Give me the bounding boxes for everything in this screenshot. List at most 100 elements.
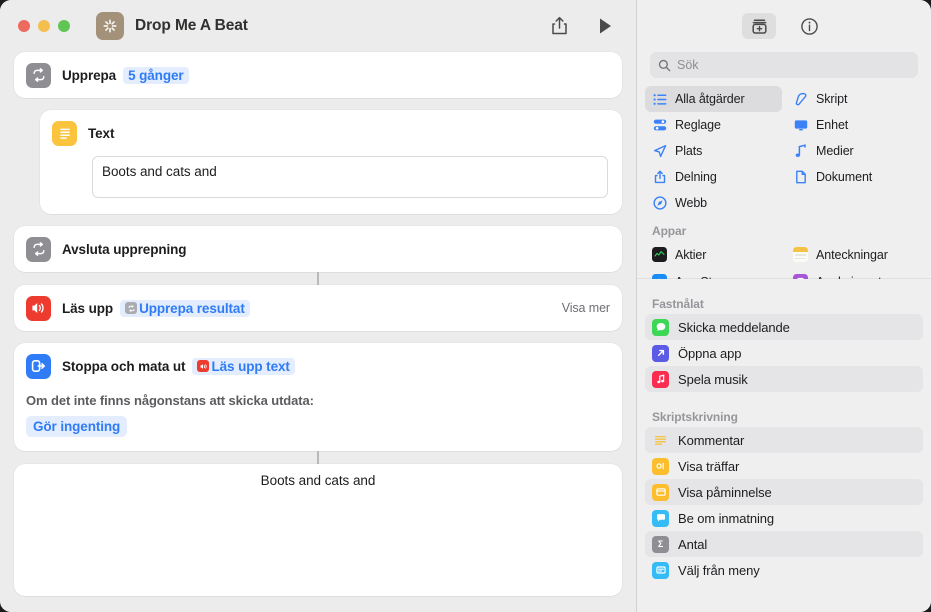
library-item-valj-fran-meny[interactable]: Välj från meny: [645, 557, 923, 583]
app-item-aktier[interactable]: Aktier: [645, 241, 782, 268]
editor-pane: Drop Me A Beat Upprepa 5 gånger Text Boo…: [0, 0, 636, 612]
token-label: Läs upp text: [211, 358, 290, 374]
library-item-label: Antal: [678, 536, 708, 552]
library-item-label: Skicka meddelande: [678, 319, 790, 335]
open-app-icon: [652, 344, 669, 362]
library-item-label: Visa påminnelse: [678, 484, 772, 500]
controls-icon: [652, 118, 667, 132]
show-result-icon: [652, 457, 669, 475]
stocks-app-icon: [652, 247, 667, 262]
repeat-count-token[interactable]: 5 gånger: [123, 66, 189, 84]
text-input-field[interactable]: Boots and cats and: [92, 156, 608, 198]
action-card-speak[interactable]: Läs upp Upprepa resultat Visa mer: [14, 285, 622, 331]
category-alla-atgarder[interactable]: Alla åtgärder: [645, 86, 782, 112]
pinned-and-scripting-panel: Fastnålat Skicka meddelande Öppna app Sp…: [637, 279, 931, 612]
category-dokument[interactable]: Dokument: [786, 164, 923, 190]
library-item-be-om-inmatning[interactable]: Be om inmatning: [645, 505, 923, 531]
action-label: Avsluta upprepning: [62, 241, 187, 257]
search-field-wrapper[interactable]: [650, 52, 918, 78]
text-icon: [52, 120, 77, 146]
app-item-anteckningar[interactable]: Anteckningar: [786, 241, 923, 268]
category-grid: Alla åtgärder Skript Reglage Enhet Plats…: [637, 78, 931, 216]
library-item-spela-musik[interactable]: Spela musik: [645, 366, 923, 392]
library-item-label: Visa träffar: [678, 458, 740, 474]
library-item-oppna-app[interactable]: Öppna app: [645, 340, 923, 366]
action-card-repeat[interactable]: Upprepa 5 gånger: [14, 52, 622, 98]
ask-input-icon: [652, 509, 669, 527]
category-enhet[interactable]: Enhet: [786, 112, 923, 138]
document-icon: [793, 170, 808, 184]
stop-output-note: Om det inte finns någonstans att skicka …: [26, 393, 314, 408]
token-label: Upprepa resultat: [139, 300, 245, 316]
action-card-stop-output[interactable]: Stoppa och mata ut Läs upp text Om det i…: [14, 343, 622, 451]
category-label: Plats: [675, 144, 703, 158]
category-medier[interactable]: Medier: [786, 138, 923, 164]
play-icon[interactable]: [594, 15, 616, 37]
category-delning[interactable]: Delning: [645, 164, 782, 190]
category-reglage[interactable]: Reglage: [645, 112, 782, 138]
share-icon[interactable]: [548, 15, 570, 37]
action-card-end-repeat[interactable]: Avsluta upprepning: [14, 226, 622, 272]
app-item-app-store[interactable]: App Store: [645, 268, 782, 279]
speak-text-token[interactable]: Läs upp text: [192, 357, 295, 375]
traffic-lights: [18, 20, 70, 32]
category-webb[interactable]: Webb: [645, 190, 782, 216]
action-card-text[interactable]: Text Boots and cats and: [40, 110, 622, 214]
section-title: Fastnålat: [652, 297, 704, 311]
show-more-button[interactable]: Visa mer: [562, 301, 610, 315]
action-label: Stoppa och mata ut: [62, 358, 186, 374]
category-label: Alla åtgärder: [675, 92, 745, 106]
search-input[interactable]: [677, 58, 910, 72]
category-label: Enhet: [816, 118, 849, 132]
apple-configurator-icon: [793, 274, 808, 279]
action-library-icon[interactable]: [742, 13, 776, 39]
action-connector: [317, 272, 319, 285]
app-item-apple-configurator[interactable]: Apple iguratorr: [786, 268, 923, 279]
action-connector: [317, 451, 319, 464]
library-toolbar: [637, 0, 931, 52]
maximize-button[interactable]: [58, 20, 70, 32]
gap: [14, 331, 622, 343]
list-bullet-icon: [652, 93, 667, 106]
token-label: 5 gånger: [128, 67, 184, 83]
repeat-icon: [125, 302, 138, 314]
library-item-skicka-meddelande[interactable]: Skicka meddelande: [645, 314, 923, 340]
appstore-app-icon: [652, 274, 667, 279]
gap: [14, 214, 622, 226]
category-label: Dokument: [816, 170, 873, 184]
app-label: Anteckningar: [816, 247, 888, 262]
titlebar-actions: [548, 15, 622, 37]
search-icon: [658, 59, 671, 72]
speaker-icon: [26, 295, 51, 321]
output-preview-card: Boots and cats and: [14, 464, 622, 596]
category-label: Medier: [816, 144, 854, 158]
app-label: Apple iguratorr: [816, 275, 897, 280]
safari-compass-icon: [652, 196, 667, 210]
choose-menu-icon: [652, 561, 669, 579]
minimize-button[interactable]: [38, 20, 50, 32]
text-body: Boots and cats and: [40, 156, 622, 214]
display-icon: [793, 119, 808, 132]
info-circle-icon[interactable]: [792, 13, 826, 39]
count-icon: Σ: [652, 535, 669, 553]
library-item-kommentar[interactable]: Kommentar: [645, 427, 923, 453]
action-header: Stoppa och mata ut Läs upp text: [14, 343, 622, 389]
library-item-visa-traffar[interactable]: Visa träffar: [645, 453, 923, 479]
close-button[interactable]: [18, 20, 30, 32]
action-header: Upprepa 5 gånger: [14, 52, 622, 98]
library-item-antal[interactable]: Σ Antal: [645, 531, 923, 557]
titlebar: Drop Me A Beat: [0, 0, 636, 52]
show-alert-icon: [652, 483, 669, 501]
category-label: Delning: [675, 170, 717, 184]
fallback-behavior-button[interactable]: Gör ingenting: [26, 416, 128, 437]
action-label: Text: [88, 125, 115, 141]
category-skript[interactable]: Skript: [786, 86, 923, 112]
repeat-icon: [26, 62, 51, 88]
action-label: Läs upp: [62, 300, 114, 316]
category-plats[interactable]: Plats: [645, 138, 782, 164]
stop-output-body: Om det inte finns någonstans att skicka …: [14, 389, 622, 451]
library-item-visa-paminnelse[interactable]: Visa påminnelse: [645, 479, 923, 505]
repeat-result-token[interactable]: Upprepa resultat: [120, 299, 250, 317]
